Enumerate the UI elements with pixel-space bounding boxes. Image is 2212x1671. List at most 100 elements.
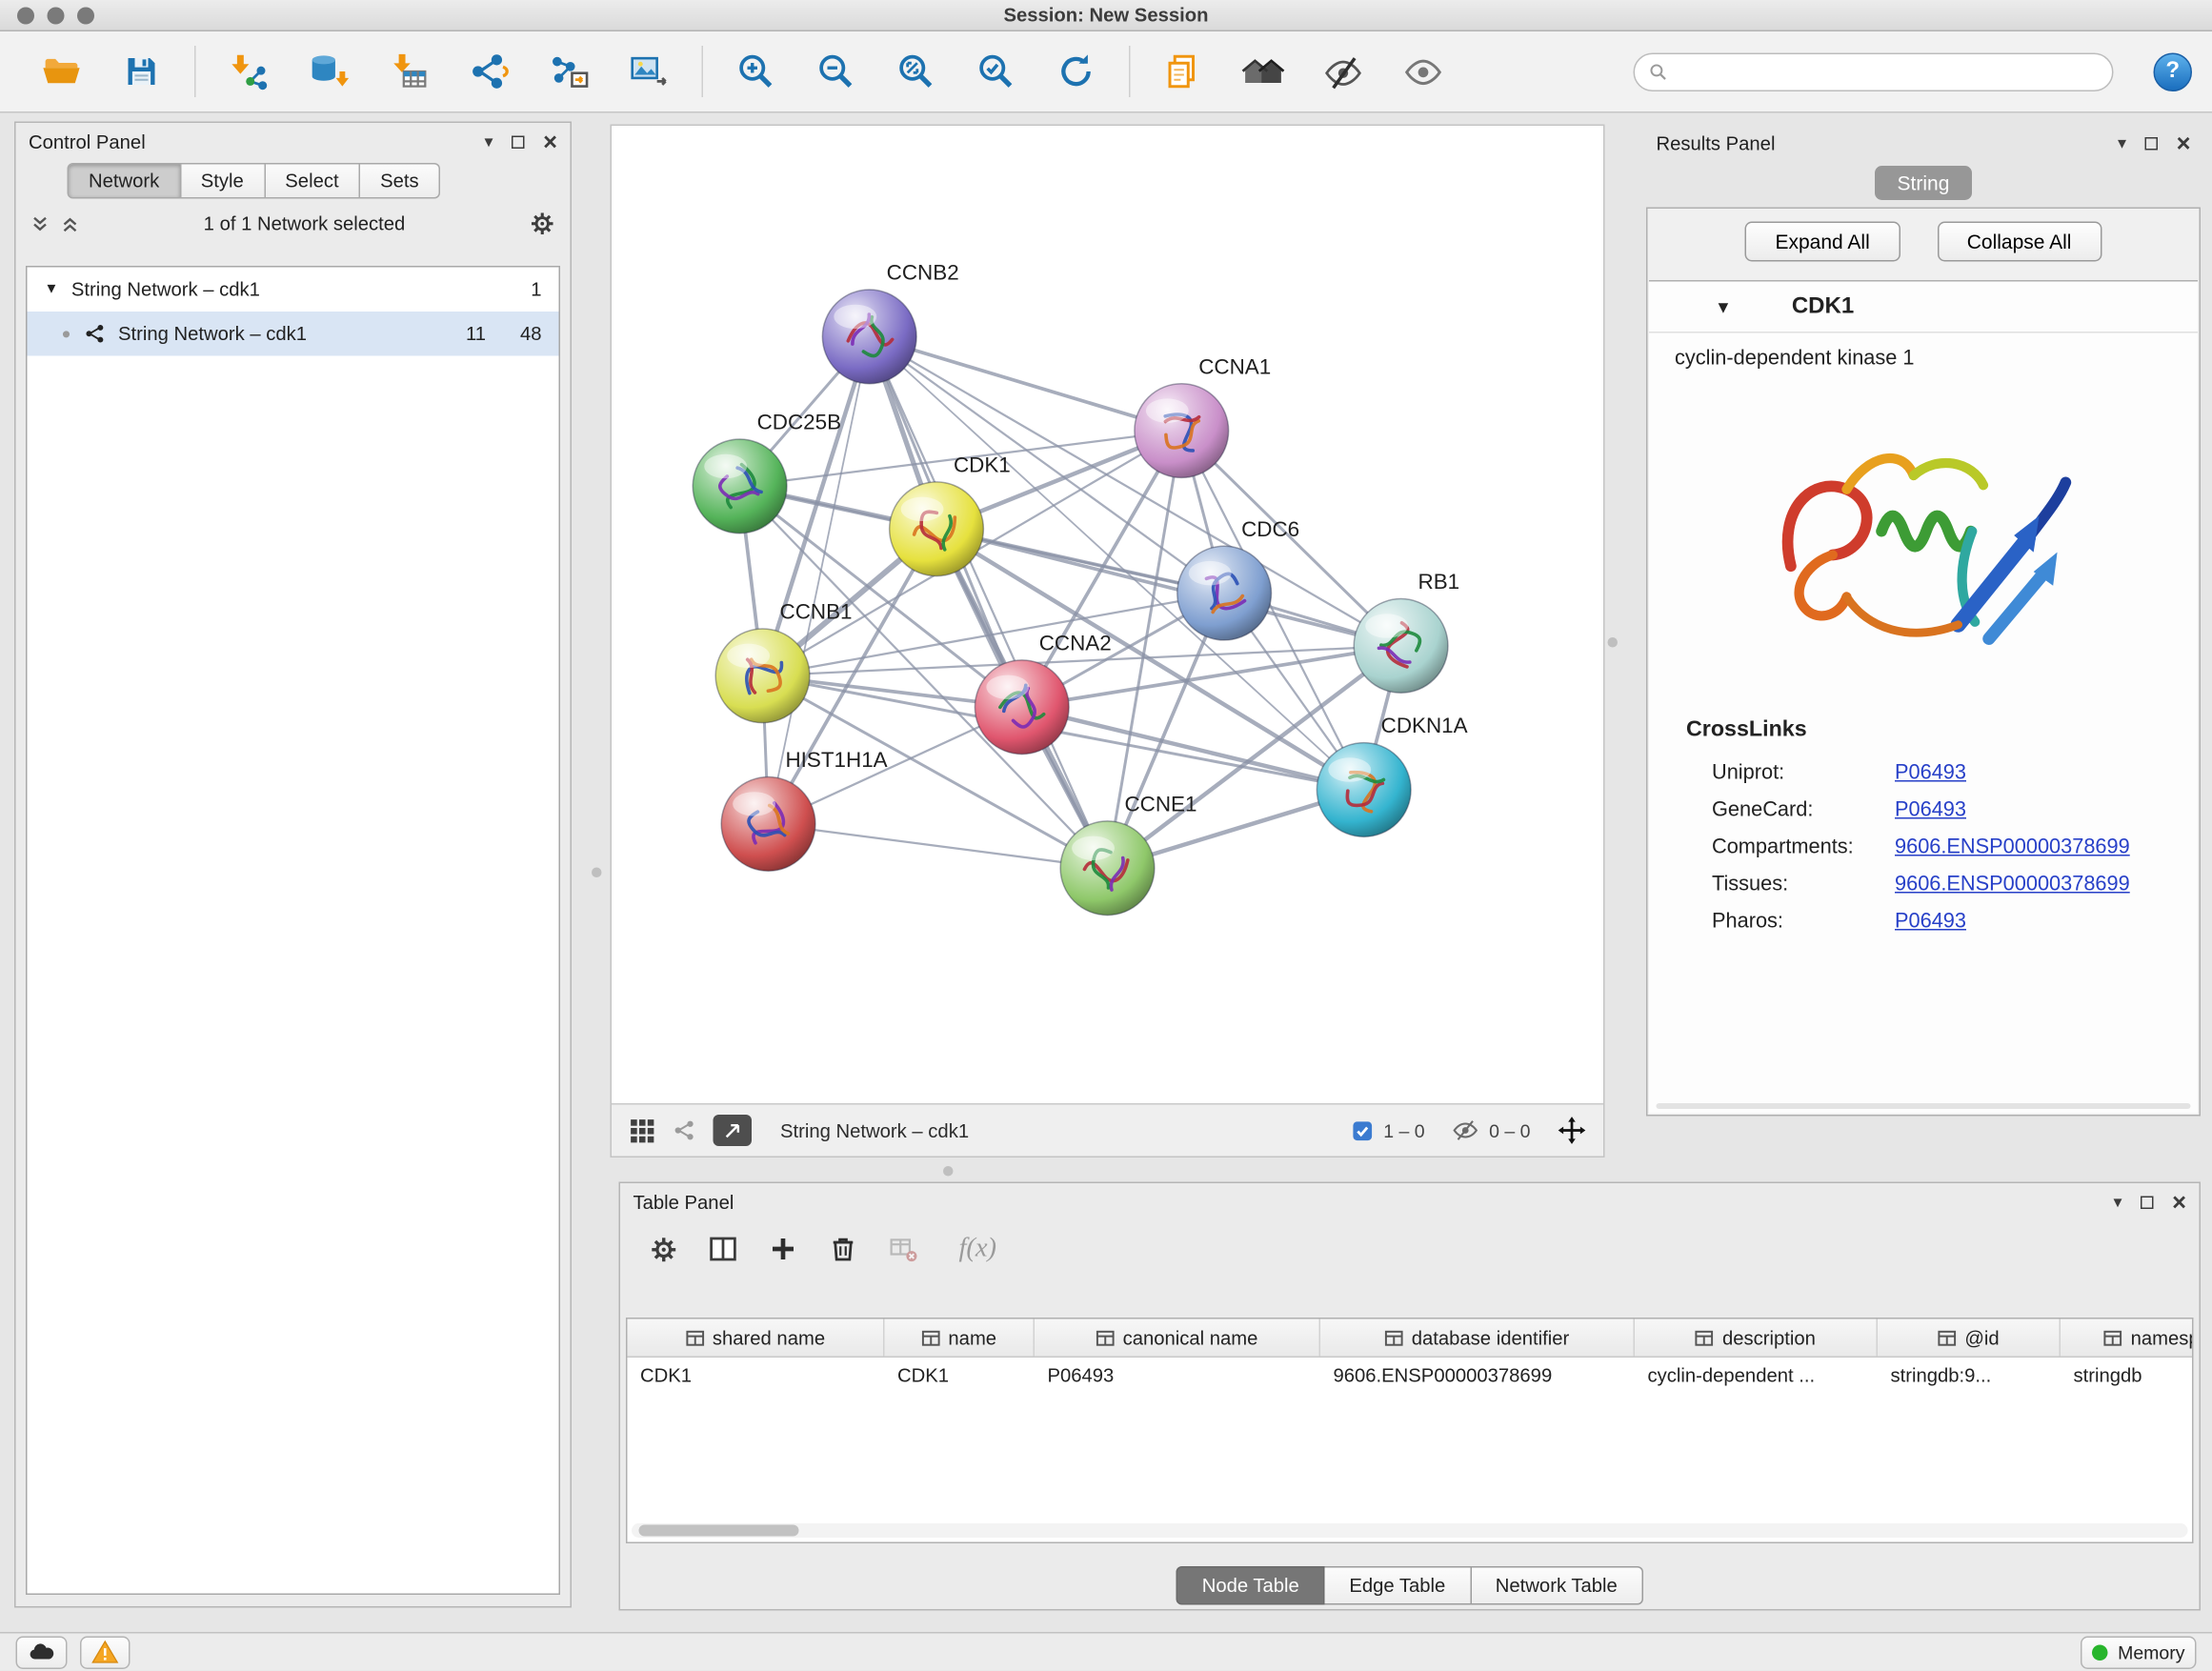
tab-style[interactable]: Style	[181, 163, 266, 199]
node-CDC25B[interactable]: CDC25B	[693, 411, 841, 534]
float-panel-icon[interactable]	[512, 135, 525, 149]
column-header-description[interactable]: description	[1635, 1319, 1878, 1357]
zoom-window-button[interactable]	[77, 7, 94, 24]
crosslink-pharos[interactable]: P06493	[1895, 911, 1966, 934]
zoom-selected-button[interactable]	[969, 43, 1023, 100]
close-window-button[interactable]	[17, 7, 34, 24]
zoom-out-button[interactable]	[809, 43, 863, 100]
edge-CCNB2-CCNA1[interactable]	[870, 336, 1182, 431]
node-HIST1H1A[interactable]: HIST1H1A	[721, 748, 888, 871]
tab-network-table[interactable]: Network Table	[1471, 1566, 1642, 1605]
expand-all-button[interactable]: Expand All	[1745, 222, 1900, 262]
collapse-panel-icon[interactable]: ▾	[2114, 1194, 2122, 1211]
home-button[interactable]	[1237, 43, 1291, 100]
column-header-namespace[interactable]: namespace	[2061, 1319, 2194, 1357]
export-network-button[interactable]	[542, 43, 596, 100]
collapse-all-icon[interactable]	[30, 213, 50, 233]
close-panel-icon[interactable]: ×	[2177, 131, 2191, 155]
collapse-panel-icon[interactable]: ▾	[2118, 134, 2126, 151]
function-builder-button[interactable]: f(x)	[959, 1234, 997, 1265]
vertical-splitter-handle[interactable]	[1608, 637, 1619, 648]
edge-HIST1H1A-CCNE1[interactable]	[769, 824, 1108, 868]
node-CDC6[interactable]: CDC6	[1177, 517, 1299, 640]
edge-CDK1-RB1[interactable]	[936, 529, 1401, 646]
selected-checkbox-icon[interactable]	[1352, 1119, 1374, 1141]
collapse-all-button[interactable]: Collapse All	[1937, 222, 2101, 262]
horizontal-splitter-handle[interactable]	[943, 1166, 954, 1177]
crosslink-uniprot[interactable]: P06493	[1895, 762, 1966, 785]
tab-string[interactable]: String	[1875, 166, 1973, 200]
network-row-selected[interactable]: ● String Network – cdk1 11 48	[28, 312, 559, 356]
node-CCNB1[interactable]: CCNB1	[715, 599, 852, 722]
copy-document-button[interactable]	[1156, 43, 1211, 100]
crosslink-compartments[interactable]: 9606.ENSP00000378699	[1895, 836, 2130, 859]
column-header-name[interactable]: name	[885, 1319, 1036, 1357]
grid-view-icon[interactable]	[629, 1117, 656, 1144]
show-graphics-details-button[interactable]	[1397, 43, 1451, 100]
tab-select[interactable]: Select	[265, 163, 360, 199]
tab-node-table[interactable]: Node Table	[1176, 1566, 1325, 1605]
crosslink-genecard[interactable]: P06493	[1895, 799, 1966, 822]
minimize-window-button[interactable]	[48, 7, 65, 24]
node-CDK1[interactable]: CDK1	[890, 453, 1011, 575]
search-input[interactable]	[1677, 61, 2099, 83]
crosslink-tissues[interactable]: 9606.ENSP00000378699	[1895, 874, 2130, 896]
tree-expanded-icon[interactable]: ▼	[45, 282, 59, 298]
import-network-from-database-button[interactable]	[302, 43, 356, 100]
float-panel-icon[interactable]	[2141, 1196, 2154, 1209]
network-collection-row[interactable]: ▼ String Network – cdk1 1	[28, 268, 559, 312]
zoom-in-button[interactable]	[729, 43, 783, 100]
gene-description: cyclin-dependent kinase 1	[1649, 333, 2198, 376]
edge-CCNA2-CDKN1A[interactable]	[1022, 707, 1364, 790]
network-share-gray-icon[interactable]	[674, 1119, 696, 1142]
close-panel-icon[interactable]: ×	[543, 130, 557, 154]
import-network-from-file-button[interactable]	[222, 43, 276, 100]
new-network-button[interactable]	[462, 43, 516, 100]
collapse-panel-icon[interactable]: ▾	[485, 133, 493, 151]
save-session-button[interactable]	[114, 43, 169, 100]
export-image-button[interactable]	[622, 43, 676, 100]
network-label: String Network – cdk1	[118, 323, 307, 345]
select-columns-icon[interactable]	[708, 1234, 739, 1265]
table-row[interactable]: CDK1CDK1P064939606.ENSP00000378699cyclin…	[628, 1358, 2193, 1397]
open-session-button[interactable]	[34, 43, 89, 100]
column-header-canonical-name[interactable]: canonical name	[1035, 1319, 1320, 1357]
refresh-view-button[interactable]	[1049, 43, 1103, 100]
node-CDKN1A[interactable]: CDKN1A	[1317, 714, 1467, 836]
edge-CCNB2-CCNE1[interactable]	[870, 336, 1108, 868]
results-horizontal-scrollbar[interactable]	[1657, 1103, 2191, 1109]
gear-icon[interactable]	[529, 211, 556, 238]
cloud-status-button[interactable]	[16, 1636, 68, 1669]
expand-all-icon[interactable]	[60, 213, 80, 233]
section-expanded-icon[interactable]: ▼	[1715, 296, 1732, 316]
float-panel-icon[interactable]	[2145, 136, 2159, 150]
tab-edge-table[interactable]: Edge Table	[1325, 1566, 1471, 1605]
scrollbar-thumb[interactable]	[639, 1525, 799, 1537]
vertical-splitter-handle[interactable]	[592, 868, 602, 878]
pan-move-icon[interactable]	[1558, 1117, 1586, 1145]
column-header-shared-name[interactable]: shared name	[628, 1319, 885, 1357]
search-box[interactable]	[1634, 52, 2114, 91]
zoom-fit-button[interactable]	[889, 43, 943, 100]
birds-eye-view-button[interactable]	[714, 1115, 753, 1146]
tab-network[interactable]: Network	[68, 163, 181, 199]
import-table-button[interactable]	[382, 43, 436, 100]
close-panel-icon[interactable]: ×	[2172, 1190, 2186, 1215]
node-CCNA1[interactable]: CCNA1	[1135, 354, 1271, 477]
column-header-id[interactable]: @id	[1878, 1319, 2061, 1357]
column-header-database-identifier[interactable]: database identifier	[1320, 1319, 1635, 1357]
memory-button[interactable]: Memory	[2081, 1636, 2196, 1669]
node-CCNB2[interactable]: CCNB2	[822, 261, 958, 384]
hide-graphics-details-button[interactable]	[1317, 43, 1371, 100]
gene-section-header[interactable]: ▼ CDK1	[1649, 282, 2198, 333]
tab-sets[interactable]: Sets	[360, 163, 440, 199]
warnings-button[interactable]	[80, 1636, 131, 1669]
delete-column-trash-icon[interactable]	[828, 1234, 859, 1265]
node-RB1[interactable]: RB1	[1354, 570, 1459, 693]
hidden-eye-slash-icon[interactable]	[1452, 1119, 1479, 1142]
table-horizontal-scrollbar[interactable]	[632, 1523, 2188, 1538]
network-canvas[interactable]: CCNB2CCNA1CDC25BCDK1CDC6RB1CCNB1CCNA2CDK…	[612, 126, 1603, 1103]
add-column-icon[interactable]	[768, 1234, 799, 1265]
help-button[interactable]: ?	[2154, 52, 2193, 91]
table-settings-gear-icon[interactable]	[649, 1234, 679, 1264]
